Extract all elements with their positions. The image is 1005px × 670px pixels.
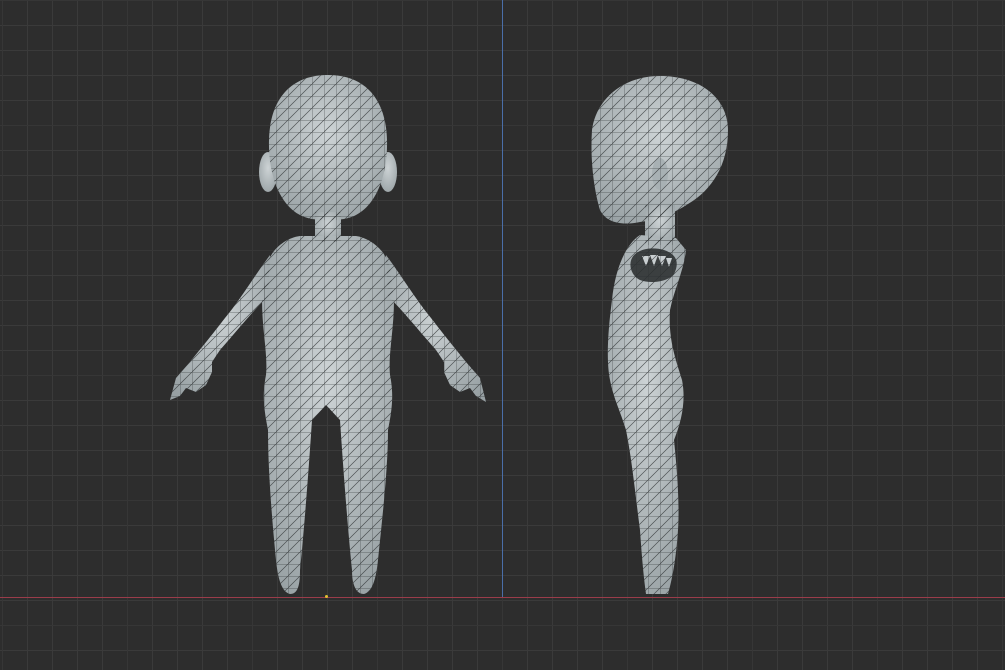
origin-marker xyxy=(325,595,328,598)
front-wireframe xyxy=(170,75,486,594)
x-axis-line xyxy=(0,597,1005,598)
3d-viewport[interactable] xyxy=(0,0,1005,670)
character-side-view[interactable] xyxy=(591,76,728,594)
side-wireframe xyxy=(591,76,728,594)
z-axis-line xyxy=(502,0,503,598)
character-front-view[interactable] xyxy=(170,75,486,594)
